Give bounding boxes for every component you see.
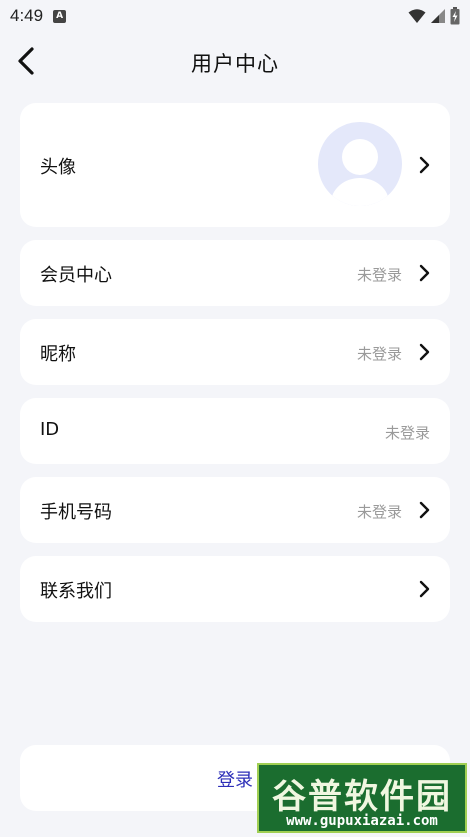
wifi-icon [408,9,426,23]
chevron-right-icon [419,343,430,361]
chevron-right-icon [419,501,430,519]
battery-icon [450,7,460,25]
avatar-label: 头像 [40,157,76,178]
watermark-url: www.gupuxiazai.com [286,813,438,829]
watermark-title: 谷普软件园 [272,777,452,817]
avatar-body-shape [331,178,389,206]
row-contact-us[interactable]: 联系我们 [20,556,450,622]
avatar-row[interactable]: 头像 [20,103,450,227]
row-label: 昵称 [40,344,76,365]
row-phone[interactable]: 手机号码 未登录 [20,477,450,543]
avatar[interactable] [318,122,402,206]
watermark: 谷普软件园 www.gupuxiazai.com [257,763,467,833]
row-value: 未登录 [384,424,430,442]
row-label: ID [40,419,60,440]
row-label: 会员中心 [40,265,112,286]
status-indicators [408,7,460,25]
page-title: 用户中心 [191,52,279,76]
row-nickname[interactable]: 昵称 未登录 [20,319,450,385]
row-label: 手机号码 [40,502,112,523]
row-value: 未登录 [356,266,402,284]
status-time: 4:49 [10,6,44,25]
row-value: 未登录 [356,345,402,363]
avatar-head-shape [342,139,378,175]
chevron-right-icon [419,156,430,174]
row-value: 未登录 [356,503,402,521]
row-label: 联系我们 [40,581,112,602]
status-bar: 4:49 A [0,0,470,32]
row-id: ID 未登录 [20,398,450,464]
notification-icon: A [53,9,67,23]
row-member-center[interactable]: 会员中心 未登录 [20,240,450,306]
chevron-right-icon [419,264,430,282]
chevron-right-icon [419,580,430,598]
nav-bar: 用户中心 [0,36,470,86]
signal-icon [431,9,445,23]
